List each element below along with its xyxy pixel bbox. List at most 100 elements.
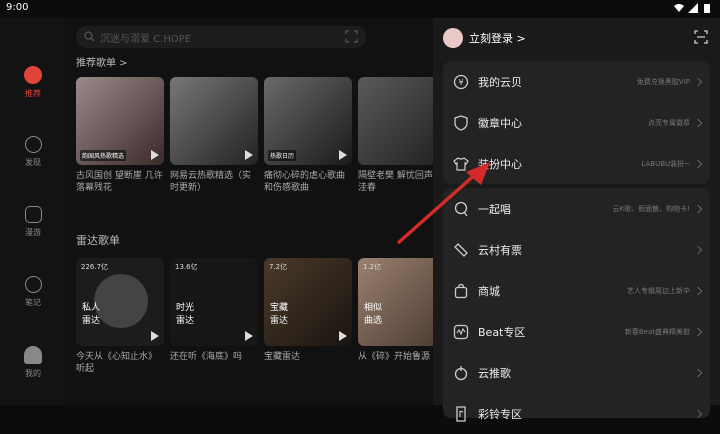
play-icon[interactable] (339, 150, 347, 160)
nav-item-recommend[interactable]: 推荐 (0, 66, 66, 99)
status-bar: 9:00 (0, 0, 720, 18)
menu-label: 云推歌 (478, 366, 511, 380)
login-entry[interactable]: 立刻登录 > (443, 26, 526, 50)
menu-group-2: 一起唱 云K歌、假面散、购物卡! 云村有票 商城 艺人专辑周边上新中 Beat专… (443, 188, 710, 422)
chevron-right-icon (693, 286, 703, 295)
play-icon[interactable] (151, 331, 159, 341)
radar-card[interactable]: 7.2亿 宝藏 雷达 宝藏雷达 (264, 258, 352, 375)
nav-label: 推荐 (25, 89, 41, 98)
cloud-coin-icon: ¥ (453, 74, 469, 89)
play-icon[interactable] (151, 150, 159, 160)
radar-label: 宝藏 雷达 (270, 303, 289, 326)
tshirt-icon (453, 156, 469, 171)
radar-label: 私人 雷达 (82, 303, 101, 326)
menu-hint: 艺人专辑周边上新中 (627, 286, 690, 295)
scan-icon[interactable] (345, 30, 358, 43)
play-count: 7.2亿 (269, 263, 288, 271)
playlist-caption: 网易云热歌精选（实时更新） (170, 171, 252, 193)
menu-label: 我的云贝 (478, 75, 522, 89)
chevron-right-icon (693, 409, 703, 418)
left-nav: 推荐 发现 漫游 笔记 我的 (0, 18, 66, 405)
menu-item-shop[interactable]: 商城 艺人专辑周边上新中 (443, 270, 710, 311)
menu-hint: LABUBU装扮~ (641, 159, 690, 168)
nav-item-roam[interactable]: 漫游 (0, 206, 66, 238)
menu-item-tickets[interactable]: 云村有票 (443, 229, 710, 270)
menu-item-push-song[interactable]: 云推歌 (443, 352, 710, 393)
badge-icon (454, 114, 468, 131)
radar-caption: 还在听《海底》吗 (170, 352, 243, 362)
radar-caption: 宝藏雷达 (264, 352, 301, 362)
main-content: 沉迷与溺爱 C.HOPE 推荐歌单 > 韵国风热歌精选 古风国创 望断崖 几许落… (66, 18, 446, 405)
beat-icon (453, 324, 469, 339)
menu-label: 装扮中心 (478, 157, 522, 171)
recommend-icon (24, 66, 42, 84)
chevron-right-icon (693, 77, 703, 86)
shop-bag-icon (454, 283, 468, 298)
play-count: 226.7亿 (81, 263, 109, 271)
nav-item-profile[interactable]: 我的 (0, 346, 66, 379)
nav-label: 发现 (25, 158, 41, 167)
menu-hint: 点亮专属徽章 (648, 118, 690, 127)
chevron-right-icon (693, 368, 703, 377)
clock: 9:00 (6, 2, 29, 13)
radar-label: 时光 雷达 (176, 303, 195, 326)
menu-item-beat[interactable]: Beat专区 新春Beat盛典精美掀 (443, 311, 710, 352)
wifi-icon (674, 4, 684, 12)
profile-icon (24, 346, 42, 364)
nav-item-notes[interactable]: 笔记 (0, 276, 66, 308)
search-icon (84, 31, 95, 42)
search-placeholder: 沉迷与溺爱 C.HOPE (100, 34, 192, 45)
notes-icon (24, 276, 42, 293)
ringtone-icon (456, 405, 466, 422)
signal-icon (688, 3, 698, 13)
radar-caption: 今天从《心知止水》听起 (76, 352, 158, 374)
menu-item-sing[interactable]: 一起唱 云K歌、假面散、购物卡! (443, 188, 710, 229)
mic-icon (454, 201, 468, 216)
playlist-cover: 韵国风热歌精选 (76, 77, 164, 165)
menu-label: 徽章中心 (478, 116, 522, 130)
playlist-caption: 古风国创 望断崖 几许落幕残花 (76, 171, 163, 193)
discover-icon (24, 136, 42, 153)
menu-item-ringtone[interactable]: 彩铃专区 (443, 393, 710, 434)
playlist-section-title[interactable]: 推荐歌单 > (76, 54, 128, 69)
playlist-cover: 热歌日历 (264, 77, 352, 165)
play-icon[interactable] (245, 150, 253, 160)
nav-label: 漫游 (25, 228, 41, 237)
menu-group-1: ¥ 我的云贝 免费兑换黑胶VIP 徽章中心 点亮专属徽章 装扮中心 LABUBU… (443, 61, 710, 184)
menu-hint: 免费兑换黑胶VIP (636, 77, 690, 86)
push-song-icon (454, 365, 468, 380)
avatar (443, 28, 463, 48)
radar-section-title: 雷达歌单 (76, 234, 120, 247)
menu-label: 彩铃专区 (478, 407, 522, 421)
chevron-right-icon (693, 159, 703, 168)
nav-label: 笔记 (25, 298, 41, 307)
play-icon[interactable] (339, 331, 347, 341)
menu-hint: 云K歌、假面散、购物卡! (612, 204, 690, 213)
chevron-right-icon (693, 204, 703, 213)
login-label: 立刻登录 > (469, 32, 526, 45)
radar-cover: 226.7亿 私人 雷达 (76, 258, 164, 346)
playlist-card[interactable]: 热歌日历 痛彻心碎的虐心歌曲和伤感歌曲 (264, 77, 352, 194)
roam-icon (24, 206, 42, 223)
playlist-card[interactable]: 韵国风热歌精选 古风国创 望断崖 几许落幕残花 (76, 77, 164, 194)
scan-icon[interactable] (694, 30, 708, 44)
radar-cover: 7.2亿 宝藏 雷达 (264, 258, 352, 346)
playlist-card[interactable]: 网易云热歌精选（实时更新） (170, 77, 258, 194)
radar-cover: 13.6亿 时光 雷达 (170, 258, 258, 346)
play-count: 13.6亿 (175, 263, 198, 271)
side-drawer: 立刻登录 > ¥ 我的云贝 免费兑换黑胶VIP 徽章中心 点亮专属徽章 装扮中心… (433, 18, 720, 422)
radar-card[interactable]: 226.7亿 私人 雷达 今天从《心知止水》听起 (76, 258, 164, 375)
play-icon[interactable] (245, 331, 253, 341)
menu-label: 一起唱 (478, 202, 511, 216)
menu-label: 云村有票 (478, 243, 522, 257)
menu-item-badge[interactable]: 徽章中心 点亮专属徽章 (443, 102, 710, 143)
ticket-icon (454, 242, 468, 257)
menu-item-cloud-coin[interactable]: ¥ 我的云贝 免费兑换黑胶VIP (443, 61, 710, 102)
menu-item-dressup[interactable]: 装扮中心 LABUBU装扮~ (443, 143, 710, 184)
menu-label: 商城 (478, 284, 500, 298)
nav-item-discover[interactable]: 发现 (0, 136, 66, 168)
radar-card[interactable]: 13.6亿 时光 雷达 还在听《海底》吗 (170, 258, 258, 375)
playlist-caption: 痛彻心碎的虐心歌曲和伤感歌曲 (264, 171, 346, 193)
search-input[interactable]: 沉迷与溺爱 C.HOPE (76, 26, 366, 48)
menu-label: Beat专区 (478, 325, 526, 339)
